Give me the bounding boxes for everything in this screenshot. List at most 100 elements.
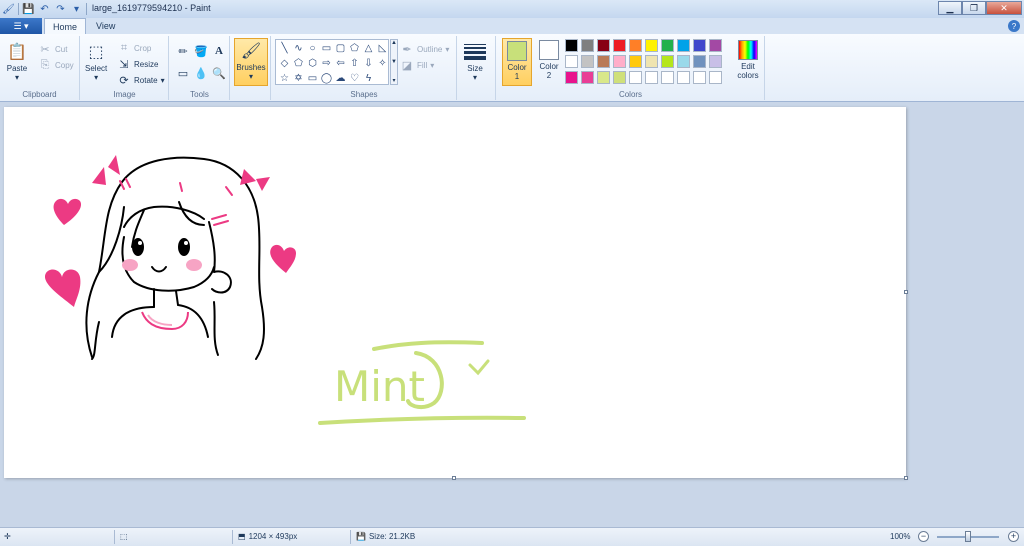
palette-swatch[interactable] (565, 55, 578, 68)
drawing-canvas[interactable]: Mint (4, 107, 906, 478)
palette-swatch[interactable] (693, 55, 706, 68)
palette-swatch[interactable] (565, 39, 578, 52)
palette-swatch[interactable] (645, 55, 658, 68)
lightning-shape-icon[interactable]: ϟ (362, 71, 375, 86)
palette-swatch[interactable] (693, 71, 706, 84)
rounded-rectangle-shape-icon[interactable]: ▢ (334, 41, 347, 56)
canvas-resize-handle-bottom[interactable] (452, 476, 456, 480)
palette-swatch[interactable] (629, 55, 642, 68)
palette-swatch[interactable] (661, 71, 674, 84)
oval-shape-icon[interactable]: ○ (306, 41, 319, 56)
select-button[interactable]: ⬚ Select ▾ (85, 40, 107, 82)
rotate-button[interactable]: ⟳ Rotate ▾ (117, 73, 164, 87)
four-point-star-shape-icon[interactable]: ✧ (376, 56, 389, 71)
palette-swatch[interactable] (677, 71, 690, 84)
palette-swatch[interactable] (629, 39, 642, 52)
paste-button[interactable]: 📋 Paste ▾ (6, 40, 28, 82)
tab-home[interactable]: Home (44, 18, 87, 34)
canvas-resize-handle-right[interactable] (904, 290, 908, 294)
five-point-star-shape-icon[interactable]: ☆ (278, 71, 291, 86)
heart-shape-icon[interactable]: ♡ (348, 71, 361, 86)
curve-shape-icon[interactable]: ∿ (292, 41, 305, 56)
copy-button[interactable]: ⎘ Copy (38, 58, 74, 72)
right-arrow-shape-icon[interactable]: ⇨ (320, 56, 333, 71)
palette-swatch[interactable] (597, 39, 610, 52)
palette-swatch[interactable] (629, 71, 642, 84)
gallery-more-icon[interactable]: ▾ (392, 77, 395, 84)
tab-view[interactable]: View (88, 18, 123, 34)
canvas-resize-handle-corner[interactable] (904, 476, 908, 480)
fill-button[interactable]: ◪ Fill ▾ (400, 58, 434, 72)
minimize-button[interactable]: ▁ (938, 1, 962, 15)
callout-oval-shape-icon[interactable]: ◯ (320, 71, 333, 86)
right-triangle-shape-icon[interactable]: ◺ (376, 41, 389, 56)
zoom-in-button[interactable]: + (1008, 531, 1019, 542)
palette-swatch[interactable] (613, 71, 626, 84)
paint-app-icon[interactable]: 🖌 (2, 3, 15, 16)
brushes-button[interactable]: 🖌 Brushes ▾ (234, 38, 268, 86)
palette-swatch[interactable] (581, 71, 594, 84)
palette-swatch[interactable] (581, 55, 594, 68)
save-icon[interactable]: 💾 (22, 3, 35, 16)
palette-swatch[interactable] (597, 71, 610, 84)
rectangle-shape-icon[interactable]: ▭ (320, 41, 333, 56)
callout-cloud-shape-icon[interactable]: ☁ (334, 71, 347, 86)
zoom-out-button[interactable]: − (918, 531, 929, 542)
palette-swatch[interactable] (597, 55, 610, 68)
polygon-shape-icon[interactable]: ⬠ (348, 41, 361, 56)
pencil-icon[interactable]: ✏ (176, 44, 190, 58)
color1-button[interactable]: Color 1 (502, 38, 532, 86)
palette-swatch[interactable] (613, 39, 626, 52)
eraser-icon[interactable]: ▭ (176, 66, 190, 80)
palette-swatch[interactable] (677, 55, 690, 68)
fill-bucket-icon[interactable]: 🪣 (194, 44, 208, 58)
palette-swatch[interactable] (645, 71, 658, 84)
fill-label: Fill (417, 60, 428, 70)
size-button[interactable]: Size ▾ (464, 40, 486, 82)
palette-swatch[interactable] (645, 39, 658, 52)
palette-swatch[interactable] (565, 71, 578, 84)
line-shape-icon[interactable]: ╲ (278, 41, 291, 56)
six-point-star-shape-icon[interactable]: ✡ (292, 71, 305, 86)
palette-swatch[interactable] (661, 39, 674, 52)
palette-swatch[interactable] (613, 55, 626, 68)
triangle-shape-icon[interactable]: △ (362, 41, 375, 56)
left-arrow-shape-icon[interactable]: ⇦ (334, 56, 347, 71)
palette-swatch[interactable] (677, 39, 690, 52)
outline-button[interactable]: ✒ Outline ▾ (400, 42, 449, 56)
text-tool-icon[interactable]: A (212, 44, 226, 58)
resize-button[interactable]: ⇲ Resize (117, 57, 158, 71)
zoom-slider-thumb[interactable] (965, 531, 971, 542)
down-arrow-shape-icon[interactable]: ⇩ (362, 56, 375, 71)
file-menu-button[interactable]: ☰ ▾ (0, 18, 42, 34)
palette-swatch[interactable] (709, 39, 722, 52)
callout-rect-shape-icon[interactable]: ▭ (306, 71, 319, 86)
palette-swatch[interactable] (581, 39, 594, 52)
pentagon-shape-icon[interactable]: ⬠ (292, 56, 305, 71)
close-button[interactable]: ✕ (986, 1, 1022, 15)
edit-colors-button[interactable]: Edit colors (733, 40, 763, 80)
undo-icon[interactable]: ↶ (38, 3, 51, 16)
scroll-up-icon[interactable]: ▲ (391, 40, 397, 46)
palette-swatch[interactable] (693, 39, 706, 52)
hexagon-shape-icon[interactable]: ⬡ (306, 56, 319, 71)
crop-button[interactable]: ⌗ Crop (117, 41, 151, 55)
magnifier-icon[interactable]: 🔍 (212, 66, 226, 80)
up-arrow-shape-icon[interactable]: ⇧ (348, 56, 361, 71)
palette-swatch[interactable] (709, 71, 722, 84)
shapes-gallery-scroll[interactable]: ▲ ▼ ▾ (390, 39, 398, 85)
help-icon[interactable]: ? (1008, 20, 1020, 32)
cut-button[interactable]: ✂ Cut (38, 42, 67, 56)
palette-swatch[interactable] (661, 55, 674, 68)
collar-pink (141, 311, 189, 331)
diamond-shape-icon[interactable]: ◇ (278, 56, 291, 71)
customize-qat-icon[interactable]: ▾ (70, 3, 83, 16)
color2-button[interactable]: Color 2 (535, 38, 563, 86)
right-eye-shine (184, 241, 188, 245)
scroll-down-icon[interactable]: ▼ (391, 59, 397, 65)
redo-icon[interactable]: ↷ (54, 3, 67, 16)
color-picker-icon[interactable]: 💧 (194, 66, 208, 80)
mouth (151, 266, 167, 273)
maximize-button[interactable]: ❐ (962, 1, 986, 15)
palette-swatch[interactable] (709, 55, 722, 68)
